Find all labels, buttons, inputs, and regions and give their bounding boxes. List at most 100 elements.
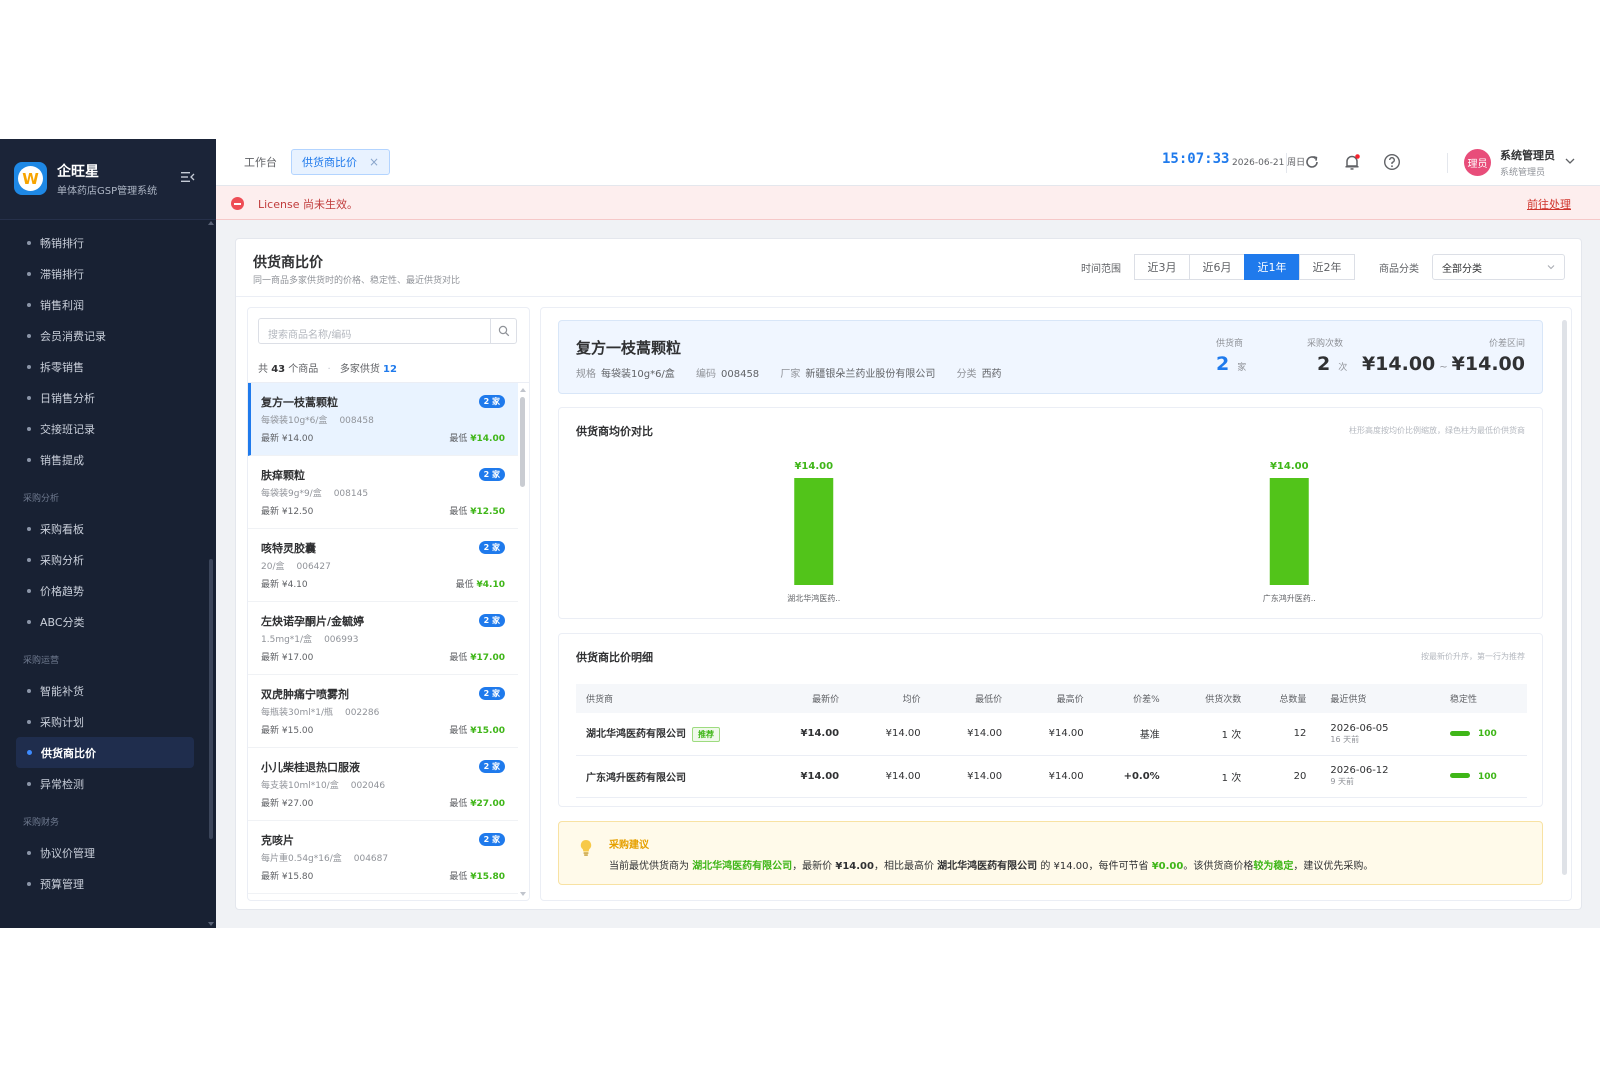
product-list-scrollbar[interactable] [520, 397, 525, 487]
sidebar-item[interactable]: 拆零销售 [0, 351, 210, 382]
price-diff-cell: +0.0% [1097, 755, 1174, 798]
sidebar-item[interactable]: 畅销排行 [0, 227, 210, 258]
price-range: ¥14.00 ~ ¥14.00 [1362, 353, 1525, 375]
supplier-count-badge: 2 家 [478, 395, 505, 408]
table-row[interactable]: 湖北华鸿医药有限公司 推荐 ¥14.00 ¥14.00 ¥14.00 ¥14.00 基准 1 … [576, 713, 1527, 756]
product-item-name: 双虎肿痛宁喷雾剂 [261, 688, 349, 701]
sidebar-item-active[interactable]: 供货商比价 [16, 737, 194, 768]
sidebar-item[interactable]: 采购分析 [0, 544, 210, 575]
maker-value: 新疆银朵兰药业股份有限公司 [805, 369, 936, 380]
menu-group-label: 采购运营 [23, 656, 60, 666]
menu-collapse-icon[interactable] [181, 171, 195, 183]
category-value: 西药 [981, 369, 1002, 380]
product-list-item[interactable]: 小儿柴桂退热口服液 2 家每支装10ml*10/盒 002046 最新 ¥27.00 最… [248, 748, 518, 821]
bell-icon[interactable] [1343, 153, 1361, 171]
tab-workbench[interactable]: 工作台 [244, 154, 277, 170]
chart-bar[interactable] [1269, 478, 1309, 585]
avatar[interactable]: 理员 [1464, 149, 1491, 176]
range-button[interactable]: 近2年 [1299, 254, 1355, 280]
sidebar-item[interactable]: 滞销排行 [0, 258, 210, 289]
multi-supplier-label: 多家供货 [339, 364, 380, 375]
chart-bar[interactable] [794, 478, 834, 585]
sidebar-item[interactable]: 日销售分析 [0, 382, 210, 413]
product-meta: 规格 每袋装10g*6/盒 编码 008458 厂家 新疆银朵兰药业股份有限公司 分类… [576, 365, 1002, 380]
sidebar-item[interactable]: 价格趋势 [0, 575, 210, 606]
bullet-icon [27, 881, 31, 886]
list-scroll-up-icon[interactable] [520, 388, 526, 392]
product-spec: 每片重0.54g*16/盒 [261, 854, 342, 864]
advice-text: 当前最优供货商为 湖北华鸿医药有限公司，最新价 ¥14.00，相比最高价 湖北华… [609, 857, 1373, 872]
tab-supplier-compare[interactable]: 供货商比价 × [291, 149, 391, 175]
product-spec: 每袋装10g*6/盒 [261, 416, 328, 426]
sidebar-item-label: 异常检测 [40, 777, 84, 791]
product-item-spec: 每片重0.54g*16/盒 004687 [261, 851, 388, 864]
sidebar-item[interactable]: 预算管理 [0, 868, 210, 899]
supplier-name: 湖北华鸿医药有限公司 [586, 729, 686, 741]
lowest-value: ¥12.50 [470, 507, 505, 517]
product-list-item[interactable]: 肤痒颗粒 2 家每袋装9g*9/盒 008145 最新 ¥12.50 最低 ¥12.50 [248, 456, 518, 529]
product-list-item[interactable]: 复方一枝蒿颗粒 2 家每袋装10g*6/盒 008458 最新 ¥14.00 最低 ¥1… [248, 383, 518, 456]
sidebar-item-label: 销售提成 [40, 453, 84, 467]
sidebar-scroll-down-icon[interactable] [208, 922, 214, 926]
range-button[interactable]: 近3月 [1134, 254, 1190, 280]
bullet-icon [27, 750, 32, 755]
bullet-icon [27, 333, 31, 338]
product-spec: 每支装10ml*10/盒 [261, 781, 339, 791]
sidebar-item-label: 采购分析 [40, 553, 84, 567]
chevron-down-icon[interactable] [1565, 157, 1575, 165]
product-lowest-price: 最低 ¥15.80 [449, 869, 505, 882]
product-list-panel: 搜索商品名称/编码 共 43 个商品 · 多家供货 12 复方一枝蒿颗粒 2 家每… [247, 307, 530, 901]
column-header: 供货商 [576, 684, 772, 713]
bullet-icon [27, 781, 31, 786]
product-item-name: 克咳片 [261, 834, 294, 847]
sidebar-item[interactable]: ABC分类 [0, 606, 210, 637]
search-input[interactable]: 搜索商品名称/编码 [258, 318, 517, 344]
sidebar-item-label: 会员消费记录 [40, 329, 106, 343]
product-list-item[interactable]: 克咳片 2 家每片重0.54g*16/盒 004687 最新 ¥15.80 最低 ¥15… [248, 821, 518, 894]
search-button[interactable] [490, 319, 516, 343]
sidebar-item[interactable]: 销售提成 [0, 444, 210, 475]
advice-save: ¥0.00 [1151, 861, 1184, 872]
close-icon[interactable]: × [369, 155, 379, 169]
help-icon[interactable] [1383, 153, 1401, 171]
range-button[interactable]: 近1年 [1244, 254, 1300, 280]
lowest-label: 最低 [449, 653, 468, 663]
product-list-item[interactable]: 左炔诺孕酮片/金毓婷 2 家 1.5mg*1/盒 006993 最新 ¥17.00 最低 … [248, 602, 518, 675]
brand-title: 企旺星 [57, 164, 99, 180]
time-range-group: 近3月 近6月 近1年 近2年 [1134, 254, 1355, 280]
advice-part: ，相比最高价 [873, 861, 938, 872]
sidebar: W 企旺星 单体药店GSP管理系统 畅销排行 滞销排行 销售利润 会员消费记录 拆零销售… [0, 139, 216, 928]
sidebar-item[interactable]: 采购看板 [0, 513, 210, 544]
sidebar-item-label: 销售利润 [40, 298, 84, 312]
sidebar-item[interactable]: 销售利润 [0, 289, 210, 320]
category-select[interactable]: 全部分类 [1432, 254, 1565, 280]
advice-part: 。该供货商价格 [1183, 861, 1254, 872]
refresh-icon[interactable] [1303, 153, 1321, 171]
lowest-value: ¥27.00 [470, 799, 505, 809]
product-list-item[interactable]: 双虎肿痛宁喷雾剂 2 家每瓶装30ml*1/瓶 002286 最新 ¥15.00 最低 … [248, 675, 518, 748]
range-button[interactable]: 近6月 [1189, 254, 1245, 280]
suppliers-label: 供货商 [1216, 339, 1244, 349]
bullet-icon [27, 688, 31, 693]
list-scroll-down-icon[interactable] [520, 892, 526, 896]
product-list-item[interactable]: 咳特灵胶囊 2 家 20/盒 006427 最新 ¥4.10 最低 ¥4.10 [248, 529, 518, 602]
user-name[interactable]: 系统管理员 [1500, 147, 1555, 163]
table-row[interactable]: 广东鸿升医药有限公司 ¥14.00 ¥14.00 ¥14.00 ¥14.00 +0.0% 1… [576, 755, 1527, 798]
sidebar-scroll-up-icon[interactable] [208, 221, 214, 225]
header-divider [1286, 153, 1287, 173]
sidebar-item[interactable]: 异常检测 [0, 768, 210, 799]
supplier-count-badge: 2 家 [478, 468, 505, 481]
license-action-link[interactable]: 前往处理 [1527, 196, 1571, 212]
sidebar-item[interactable]: 协议价管理 [0, 837, 210, 868]
detail-scrollbar[interactable] [1562, 320, 1567, 875]
lowest-value: ¥15.00 [470, 726, 505, 736]
product-code: 002046 [350, 781, 386, 791]
sidebar-item[interactable]: 智能补货 [0, 675, 210, 706]
sidebar-item[interactable]: 采购计划 [0, 706, 210, 737]
sidebar-item[interactable]: 交接班记录 [0, 413, 210, 444]
sidebar-scrollbar[interactable] [209, 559, 213, 839]
advice-stability: 较为稳定 [1253, 861, 1294, 872]
sidebar-item[interactable]: 会员消费记录 [0, 320, 210, 351]
product-item-name: 复方一枝蒿颗粒 [261, 396, 338, 409]
last-supply-date: 2026-06-05 [1330, 722, 1389, 734]
